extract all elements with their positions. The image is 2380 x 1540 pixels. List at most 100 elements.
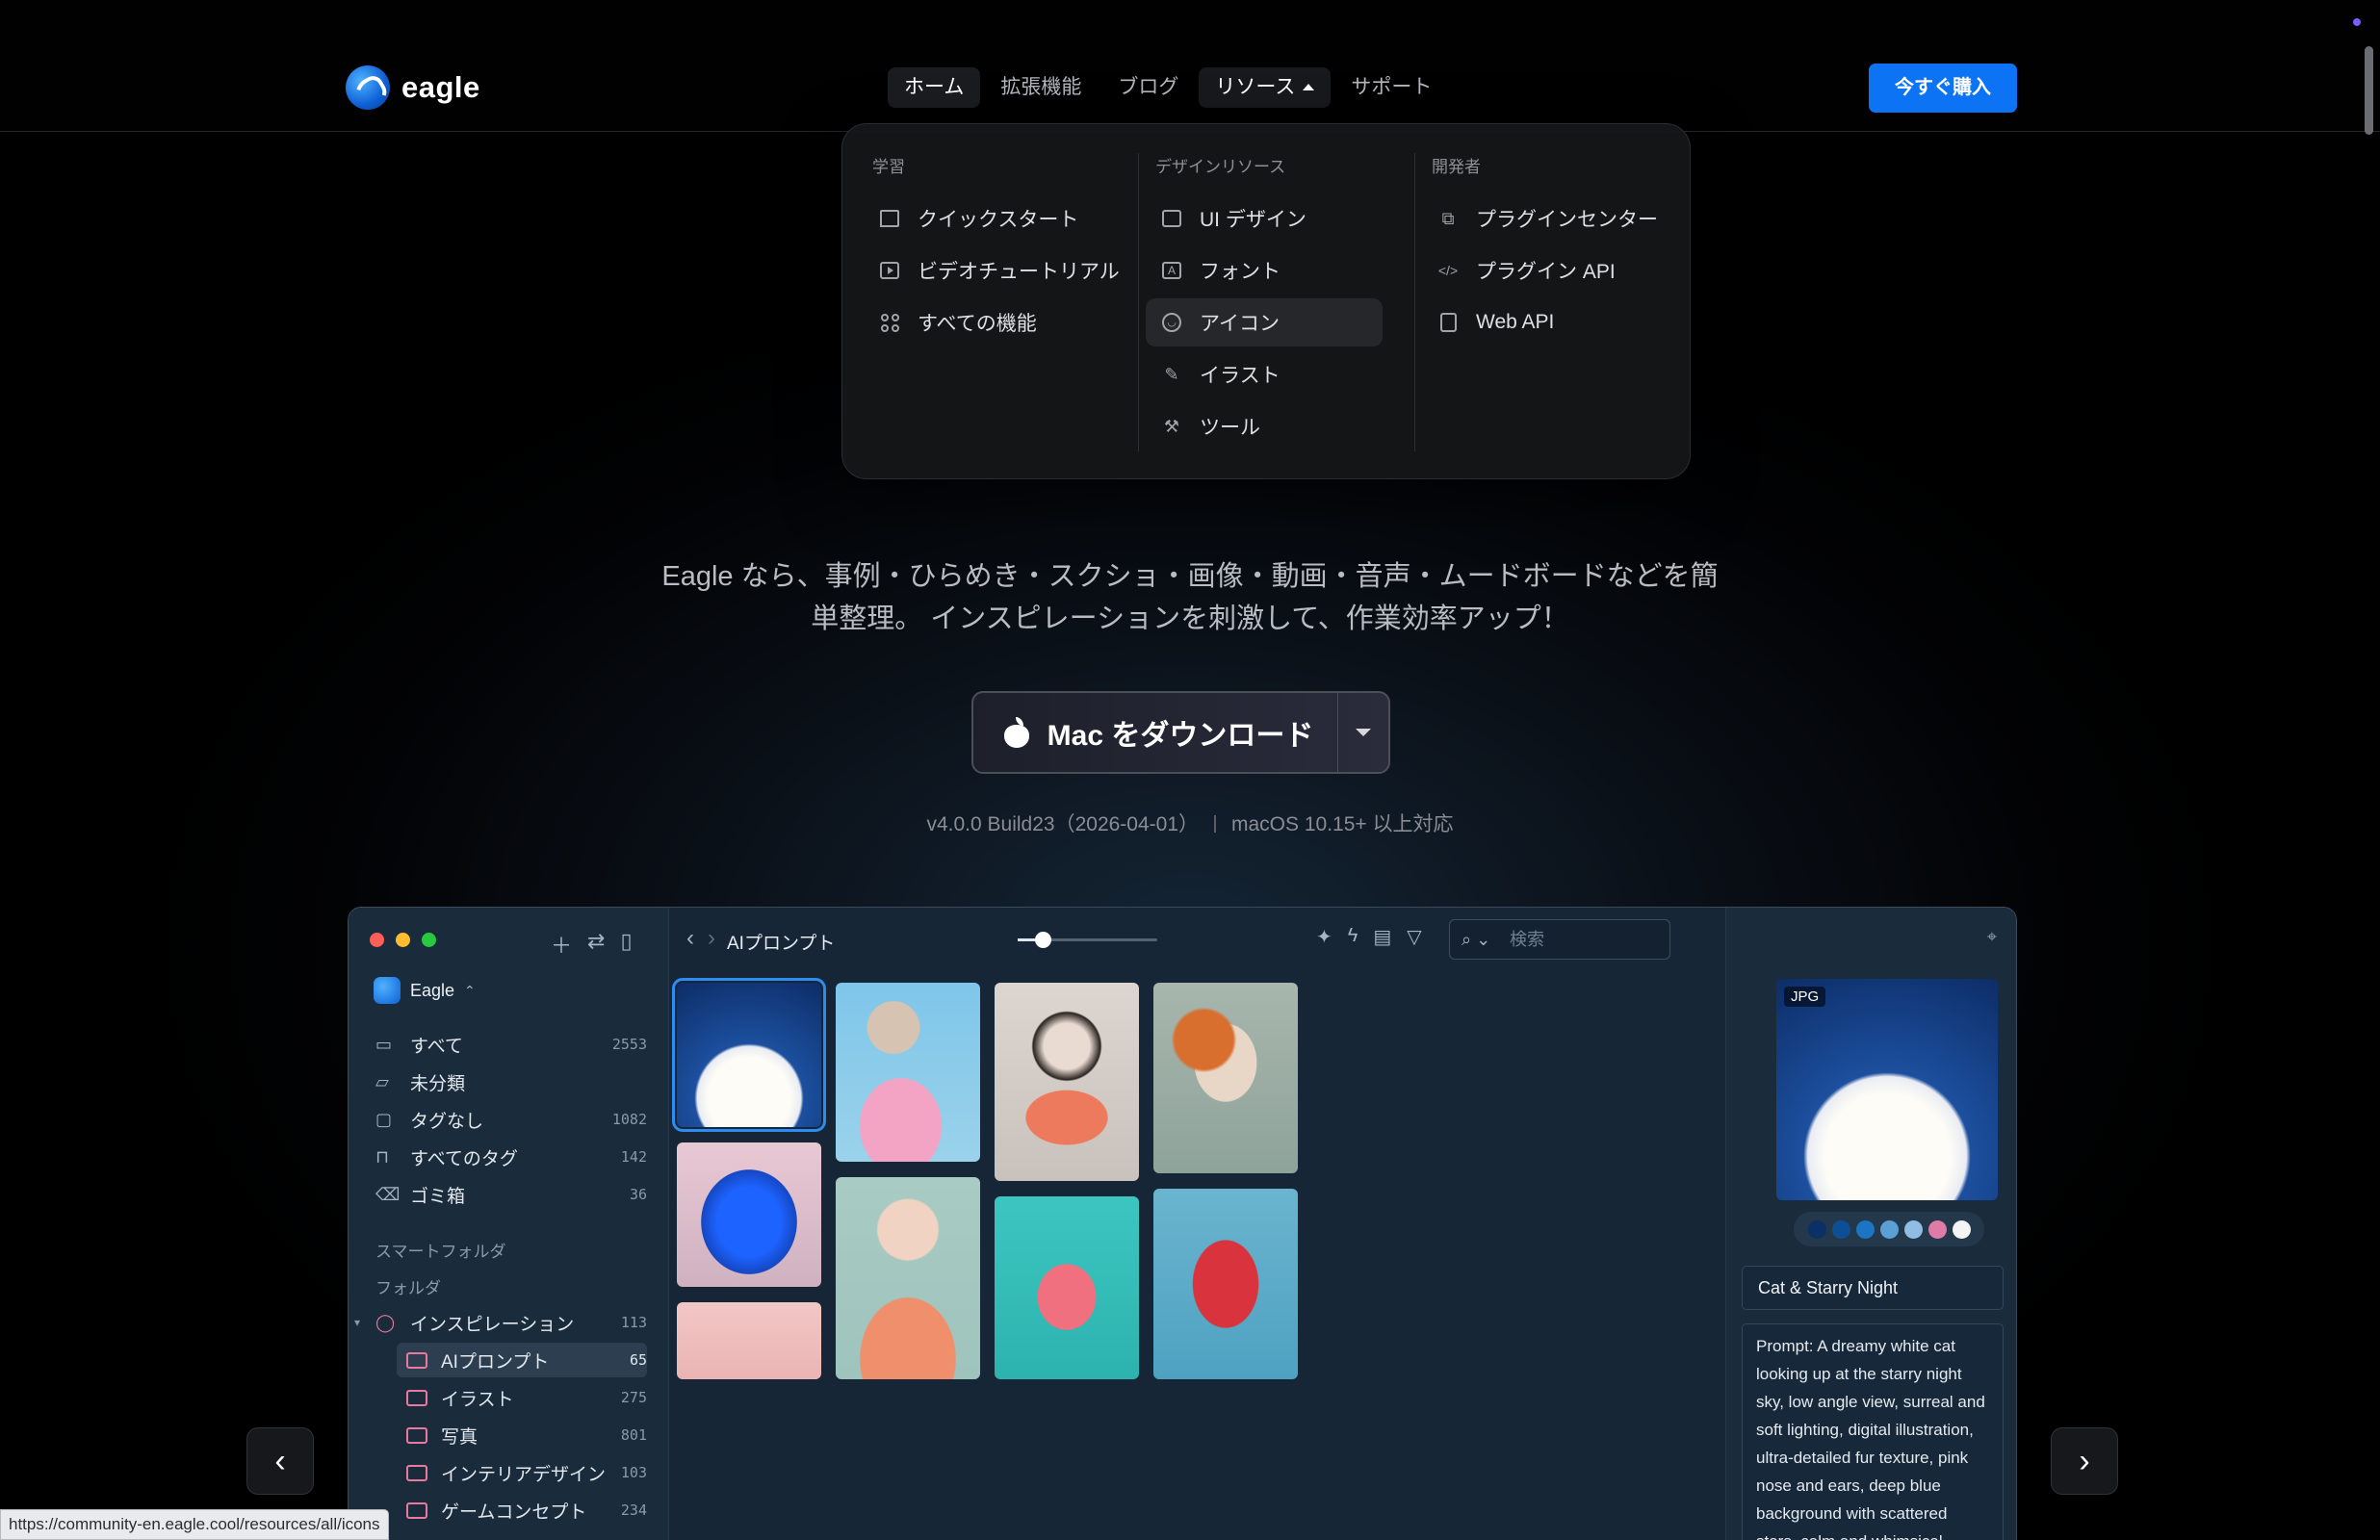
menu-item-fonts[interactable]: A フォント <box>1138 246 1408 295</box>
layout-icon[interactable]: ▤ <box>1373 925 1391 949</box>
caret-up-icon <box>1303 84 1315 90</box>
nav-resources[interactable]: リソース <box>1199 67 1332 108</box>
hero-subtitle: Eagle なら、事例・ひらめき・スクショ・画像・動画・音声・ムードボードなどを… <box>539 555 1841 640</box>
folder-label: AIプロンプト <box>441 1351 550 1373</box>
item-count: 113 <box>620 1314 647 1331</box>
color-swatch[interactable] <box>1807 1219 1826 1239</box>
plugin-icon[interactable]: ✦ <box>1316 925 1332 949</box>
thumbnail-pink-bear[interactable] <box>995 1196 1139 1379</box>
main-nav: ホーム 拡張機能 ブログ リソース サポート <box>888 67 1448 108</box>
item-name-field[interactable]: Cat & Starry Night <box>1742 1266 2004 1310</box>
color-swatch[interactable] <box>1879 1219 1899 1239</box>
smart-folders-heading[interactable]: スマートフォルダ <box>375 1238 506 1262</box>
folder-icon <box>406 1351 427 1369</box>
folder-icon <box>406 1389 427 1406</box>
back-arrow-icon[interactable]: ‹ <box>686 925 708 951</box>
minimize-dot[interactable] <box>396 933 410 947</box>
filter-icon[interactable]: ▽ <box>1407 925 1421 949</box>
sidebar-item-untagged[interactable]: ▢ タグなし 1082 <box>375 1102 647 1137</box>
folder-ai-prompt[interactable]: AIプロンプト 65 <box>397 1343 647 1377</box>
menu-item-icons[interactable]: ◡ アイコン <box>1146 298 1383 346</box>
search-input[interactable]: ⌕ ⌄ 検索 <box>1449 919 1670 960</box>
folders-heading[interactable]: フォルダ <box>375 1274 441 1298</box>
thumbnail-blue-monster[interactable] <box>677 1142 821 1287</box>
chevron-down-icon <box>1356 729 1371 736</box>
menu-item-illustrations[interactable]: ✎ イラスト <box>1138 350 1408 398</box>
sidebar-toggle-icon[interactable]: ▯ <box>620 929 632 960</box>
menu-item-ui-design[interactable]: UI デザイン <box>1138 194 1408 243</box>
close-dot[interactable] <box>370 933 384 947</box>
divider <box>1214 815 1216 833</box>
thumbnail-cat-starry-night[interactable] <box>672 978 826 1132</box>
library-switcher[interactable]: Eagle ⌃ <box>374 977 476 1004</box>
folder-photo[interactable]: 写真 801 <box>397 1418 647 1452</box>
item-count: 36 <box>629 1186 647 1203</box>
color-swatch[interactable] <box>1855 1219 1875 1239</box>
thumbnail-knit-doll[interactable] <box>836 1177 980 1379</box>
sidebar-item-all[interactable]: ▭ すべて 2553 <box>375 1027 647 1062</box>
thumbnail-size-slider[interactable] <box>1018 932 1157 948</box>
sidebar-item-all-tags[interactable]: ⊓ すべてのタグ 142 <box>375 1140 647 1174</box>
slider-knob[interactable] <box>1035 932 1052 948</box>
download-mac-button[interactable]: Mac をダウンロード <box>973 693 1338 772</box>
menu-item-tools[interactable]: ⚒ ツール <box>1138 402 1408 450</box>
color-swatch[interactable] <box>1952 1219 1971 1239</box>
menu-item-plugin-center[interactable]: ⧉ プラグインセンター <box>1414 194 1690 243</box>
trash-icon: ⌫ <box>375 1184 401 1204</box>
forward-arrow-icon[interactable]: › <box>708 925 729 951</box>
thumbnail-redhead-portrait[interactable] <box>1153 983 1298 1173</box>
folder-game-concept[interactable]: ゲームコンセプト 234 <box>397 1493 647 1527</box>
item-notes-field[interactable]: Prompt: A dreamy white cat looking up at… <box>1742 1323 2004 1540</box>
breadcrumb: AIプロンプト <box>727 934 836 954</box>
action-icon[interactable]: ϟ <box>1348 925 1358 949</box>
puzzle-icon: ⧉ <box>1441 208 1455 228</box>
thumbnail-sweater-girl[interactable] <box>836 983 980 1162</box>
color-swatch[interactable] <box>1927 1219 1947 1239</box>
folder-label: イラスト <box>441 1389 514 1410</box>
chevron-left-icon: ‹ <box>274 1442 286 1479</box>
plus-icon[interactable]: ＋ <box>551 929 572 960</box>
folder-label: インスピレーション <box>410 1314 575 1335</box>
nav-blog[interactable]: ブログ <box>1101 67 1195 108</box>
thumbnail-woman-snake[interactable] <box>995 983 1139 1181</box>
pin-icon[interactable]: ⌖ <box>1987 927 1997 947</box>
chevron-right-icon: › <box>2079 1442 2090 1479</box>
search-icon: ⌕ ⌄ <box>1462 930 1491 949</box>
nav-home[interactable]: ホーム <box>888 67 981 108</box>
menu-item-video-tutorial[interactable]: ビデオチュートリアル <box>842 246 1131 295</box>
sidebar-item-uncategorized[interactable]: ▱ 未分類 <box>375 1065 647 1099</box>
menu-item-web-api[interactable]: Web API <box>1414 298 1690 346</box>
thumbnail-red-dog[interactable] <box>1153 1189 1298 1379</box>
buy-now-button[interactable]: 今すぐ購入 <box>1869 64 2017 113</box>
menu-item-label: クイックスタート <box>918 209 1079 231</box>
item-count: 103 <box>620 1464 647 1481</box>
thumbnail-pink-creature[interactable] <box>677 1302 821 1379</box>
expand-arrow-icon[interactable]: ▾ <box>354 1316 368 1329</box>
file-type-badge: JPG <box>1784 987 1826 1007</box>
preview-image[interactable]: JPG <box>1776 979 1998 1200</box>
carousel-next-button[interactable]: › <box>2051 1427 2118 1495</box>
download-options-button[interactable] <box>1338 693 1388 772</box>
layout-icon <box>1161 208 1182 229</box>
brand-logo[interactable]: eagle <box>346 65 480 110</box>
page-scrollbar[interactable] <box>2365 46 2373 135</box>
menu-item-all-features[interactable]: すべての機能 <box>842 298 1131 346</box>
os-requirement: macOS 10.15+ 以上対応 <box>1231 813 1454 835</box>
hero-subtitle-line-2: 単整理。 インスピレーションを刺激して、作業効率アップ！ <box>811 603 1569 634</box>
menu-item-plugin-api[interactable]: </> プラグイン API <box>1414 246 1690 295</box>
carousel-prev-button[interactable]: ‹ <box>246 1427 314 1495</box>
nav-extensions[interactable]: 拡張機能 <box>984 67 1098 108</box>
swap-icon[interactable]: ⇄ <box>587 929 605 960</box>
maximize-dot[interactable] <box>422 933 436 947</box>
color-swatch[interactable] <box>1831 1219 1850 1239</box>
grid-icon <box>879 312 900 333</box>
menu-item-label: フォント <box>1200 261 1281 283</box>
folder-illustration[interactable]: イラスト 275 <box>397 1380 647 1415</box>
nav-support[interactable]: サポート <box>1334 67 1448 108</box>
brush-icon: ✎ <box>1164 364 1179 384</box>
color-swatch[interactable] <box>1903 1219 1923 1239</box>
folder-inspiration[interactable]: ▾ ◯ インスピレーション 113 <box>354 1305 647 1340</box>
sidebar-item-trash[interactable]: ⌫ ゴミ箱 36 <box>375 1177 647 1212</box>
folder-interior[interactable]: インテリアデザイン 103 <box>397 1455 647 1490</box>
menu-item-quickstart[interactable]: クイックスタート <box>842 194 1131 243</box>
